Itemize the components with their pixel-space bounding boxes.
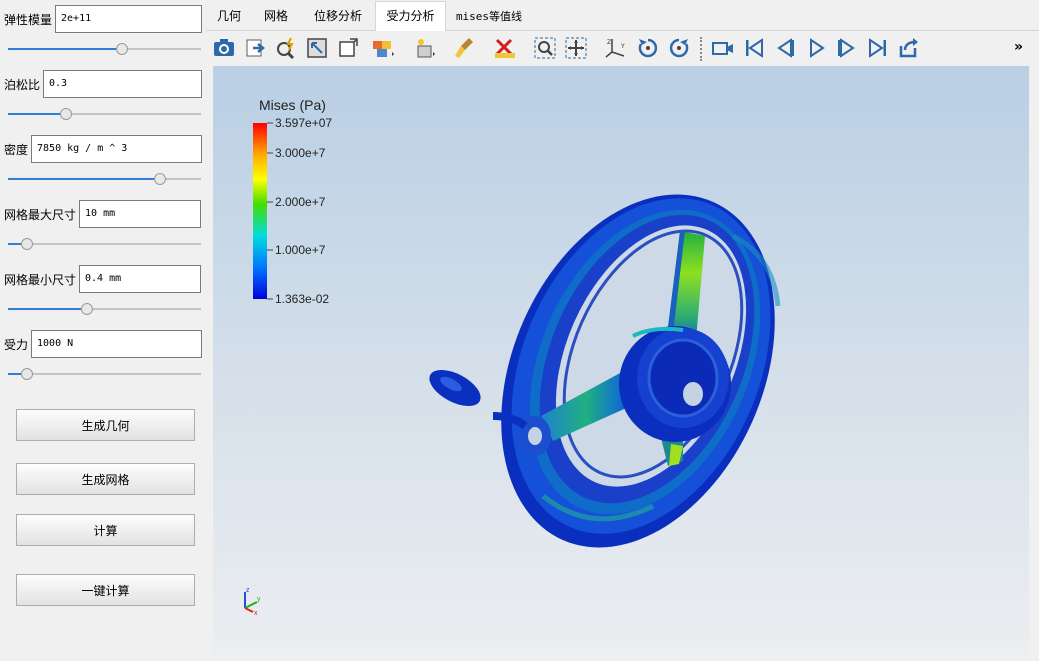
brush-icon[interactable] xyxy=(453,36,477,60)
tab-bar: 几何 网格 位移分析 受力分析 mises等值线 xyxy=(206,0,1039,32)
toolbar-overflow-icon[interactable]: » xyxy=(1014,39,1023,55)
axis-y-label: y xyxy=(257,596,261,603)
min-mesh-size-slider[interactable] xyxy=(8,303,201,315)
poisson-ratio-input[interactable]: 0.3 xyxy=(43,70,203,98)
legend-label-1e7: 1.000e+7 xyxy=(275,243,326,257)
max-mesh-size-row: 网格最大尺寸 10 mm xyxy=(4,199,202,229)
render-toolbar: ZY » xyxy=(206,31,1039,66)
reset-view-icon[interactable] xyxy=(305,36,329,60)
rotate-ccw-icon[interactable] xyxy=(667,36,691,60)
slider-handle[interactable] xyxy=(21,368,34,380)
slider-handle[interactable] xyxy=(59,108,72,120)
main-area: 几何 网格 位移分析 受力分析 mises等值线 ZY » Mises (Pa)… xyxy=(206,0,1039,661)
min-mesh-size-label: 网格最小尺寸 xyxy=(4,272,77,287)
toolbar-separator xyxy=(700,37,702,61)
zoom-box-icon[interactable] xyxy=(533,36,557,60)
generate-geometry-button[interactable]: 生成几何 xyxy=(16,409,195,441)
svg-text:Z: Z xyxy=(607,39,611,46)
slice-icon[interactable] xyxy=(413,36,437,60)
legend-label-min: 1.363e-02 xyxy=(275,292,329,306)
force-label: 受力 xyxy=(4,337,29,352)
orientation-axes: z y x xyxy=(244,587,261,617)
svg-text:Y: Y xyxy=(620,43,625,50)
ruler-icon[interactable] xyxy=(493,36,517,60)
zoom-select-icon[interactable] xyxy=(274,36,298,60)
slider-fill xyxy=(8,48,122,50)
density-label: 密度 xyxy=(4,142,29,157)
slider-handle[interactable] xyxy=(21,238,34,250)
poisson-ratio-row: 泊松比 0.3 xyxy=(4,69,203,99)
hub-bore xyxy=(683,382,703,406)
render-viewport[interactable]: Mises (Pa) 3.597e+07 3.000e+7 2.000e+7 1… xyxy=(213,66,1029,656)
max-mesh-size-slider[interactable] xyxy=(8,238,201,250)
tab-mises-contour[interactable]: mises等值线 xyxy=(450,3,528,30)
one-click-compute-button[interactable]: 一键计算 xyxy=(16,574,195,606)
slider-handle[interactable] xyxy=(154,173,167,185)
poisson-ratio-slider[interactable] xyxy=(8,108,201,120)
camera-icon[interactable] xyxy=(212,36,236,60)
slider-handle[interactable] xyxy=(81,303,94,315)
prev-frame-icon[interactable] xyxy=(773,36,797,60)
slider-fill xyxy=(8,113,66,115)
tab-mesh[interactable]: 网格 xyxy=(256,3,296,30)
slider-handle[interactable] xyxy=(115,43,128,55)
slider-fill xyxy=(8,178,161,180)
min-mesh-size-row: 网格最小尺寸 0.4 mm xyxy=(4,264,202,294)
handwheel-mesh xyxy=(429,194,781,548)
axis-z-label: z xyxy=(246,587,250,594)
record-icon[interactable] xyxy=(711,36,735,60)
tab-geometry[interactable]: 几何 xyxy=(210,3,248,30)
axis-x-label: x xyxy=(254,610,258,617)
youngs-modulus-input[interactable]: 2e+11 xyxy=(55,5,203,33)
poisson-ratio-label: 泊松比 xyxy=(4,77,41,92)
max-mesh-size-label: 网格最大尺寸 xyxy=(4,207,77,222)
tab-displacement[interactable]: 位移分析 xyxy=(306,3,370,30)
loop-icon[interactable] xyxy=(897,36,921,60)
play-icon[interactable] xyxy=(804,36,828,60)
force-input[interactable]: 1000 N xyxy=(31,330,203,358)
legend-title: Mises (Pa) xyxy=(259,97,326,113)
axes-icon[interactable]: ZY xyxy=(604,36,628,60)
next-frame-icon[interactable] xyxy=(835,36,859,60)
color-legend: Mises (Pa) 3.597e+07 3.000e+7 2.000e+7 1… xyxy=(253,97,332,306)
min-mesh-size-input[interactable]: 0.4 mm xyxy=(79,265,202,293)
youngs-modulus-row: 弹性模量 2e+11 xyxy=(4,4,203,34)
first-frame-icon[interactable] xyxy=(742,36,766,60)
density-row: 密度 7850 kg / m ^ 3 xyxy=(4,134,203,164)
color-cube-icon[interactable] xyxy=(371,36,395,60)
legend-label-3e7: 3.000e+7 xyxy=(275,146,326,160)
export-icon[interactable] xyxy=(244,36,268,60)
legend-label-2e7: 2.000e+7 xyxy=(275,195,326,209)
force-row: 受力 1000 N xyxy=(4,329,203,359)
handwheel-model: Mises (Pa) 3.597e+07 3.000e+7 2.000e+7 1… xyxy=(244,97,781,617)
last-frame-icon[interactable] xyxy=(866,36,890,60)
slider-fill xyxy=(8,308,88,310)
generate-mesh-button[interactable]: 生成网格 xyxy=(16,463,195,495)
youngs-modulus-label: 弹性模量 xyxy=(4,12,53,27)
max-mesh-size-input[interactable]: 10 mm xyxy=(79,200,202,228)
box-icon[interactable] xyxy=(336,36,360,60)
tab-stress[interactable]: 受力分析 xyxy=(375,1,446,32)
legend-color-bar xyxy=(253,123,267,299)
rotate-cw-icon[interactable] xyxy=(636,36,660,60)
center-icon[interactable] xyxy=(564,36,588,60)
density-slider[interactable] xyxy=(8,173,201,185)
force-slider[interactable] xyxy=(8,368,201,380)
youngs-modulus-slider[interactable] xyxy=(8,43,201,55)
legend-label-max: 3.597e+07 xyxy=(275,116,332,130)
parameter-panel: 弹性模量 2e+11 泊松比 0.3 密度 7850 kg / m ^ 3 网格… xyxy=(0,0,206,661)
compute-button[interactable]: 计算 xyxy=(16,514,195,546)
density-input[interactable]: 7850 kg / m ^ 3 xyxy=(31,135,203,163)
